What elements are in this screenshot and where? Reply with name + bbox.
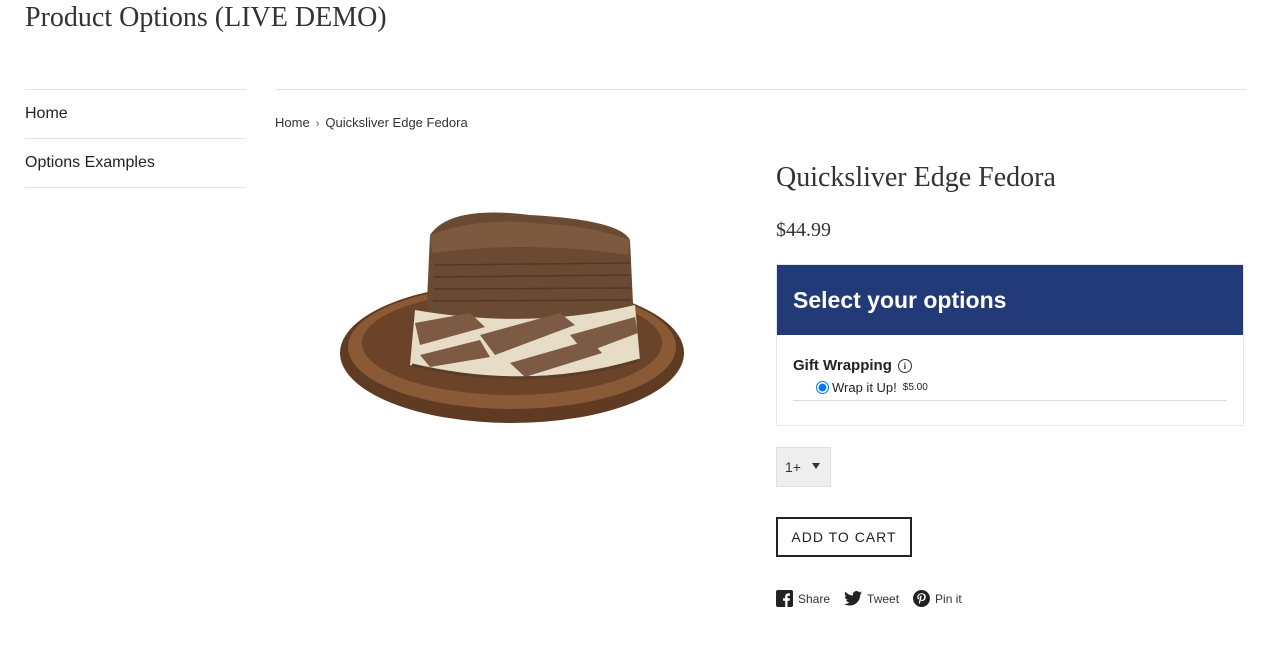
sidebar-nav: Home Options Examples — [25, 89, 246, 188]
quantity-select[interactable]: 1+ — [776, 447, 831, 487]
breadcrumb-current: Quicksliver Edge Fedora — [325, 115, 468, 130]
sidebar-item-home[interactable]: Home — [25, 89, 246, 138]
wrap-it-up-radio[interactable] — [816, 380, 829, 394]
sidebar-item-options-examples[interactable]: Options Examples — [25, 138, 246, 188]
main-divider — [275, 89, 1246, 90]
wrap-it-up-choice: Wrap it Up! $5.00 — [793, 380, 928, 395]
twitter-share-link[interactable]: Tweet — [844, 590, 899, 607]
wrap-it-up-price: $5.00 — [902, 381, 928, 393]
twitter-icon — [844, 591, 863, 606]
gift-wrapping-choice-row: Wrap it Up! $5.00 — [793, 374, 1227, 401]
chevron-down-icon — [812, 463, 820, 469]
product-image[interactable] — [330, 195, 700, 435]
pinterest-icon — [913, 590, 931, 607]
wrap-it-up-label[interactable]: Wrap it Up! — [832, 380, 897, 395]
quantity-value: 1+ — [785, 459, 801, 475]
facebook-share-label: Share — [798, 591, 831, 606]
breadcrumb-separator: › — [315, 118, 320, 130]
twitter-share-label: Tweet — [867, 591, 900, 606]
site-title[interactable]: Product Options (LIVE DEMO) — [25, 2, 387, 34]
product-options-panel: Select your options Gift Wrapping i Wrap… — [776, 264, 1244, 426]
add-to-cart-button[interactable]: ADD TO CART — [776, 517, 912, 557]
product-price: $44.99 — [776, 219, 831, 241]
gift-wrapping-option-group: Gift Wrapping i Wrap it Up! $5.00 — [777, 335, 1243, 401]
gift-wrapping-label: Gift Wrapping i — [793, 357, 1227, 374]
info-icon[interactable]: i — [897, 358, 912, 373]
options-header: Select your options — [777, 265, 1243, 335]
facebook-icon — [776, 590, 793, 607]
gift-wrapping-label-text: Gift Wrapping — [793, 357, 892, 374]
pinterest-share-label: Pin it — [935, 591, 962, 606]
pinterest-share-link[interactable]: Pin it — [913, 590, 962, 607]
fedora-hat-image — [340, 212, 684, 423]
product-title: Quicksliver Edge Fedora — [776, 162, 1056, 193]
social-share-row: Share Tweet Pin it — [776, 590, 962, 607]
facebook-share-link[interactable]: Share — [776, 590, 830, 607]
breadcrumb-home-link[interactable]: Home — [275, 115, 310, 130]
breadcrumb: Home › Quicksliver Edge Fedora — [275, 115, 468, 130]
